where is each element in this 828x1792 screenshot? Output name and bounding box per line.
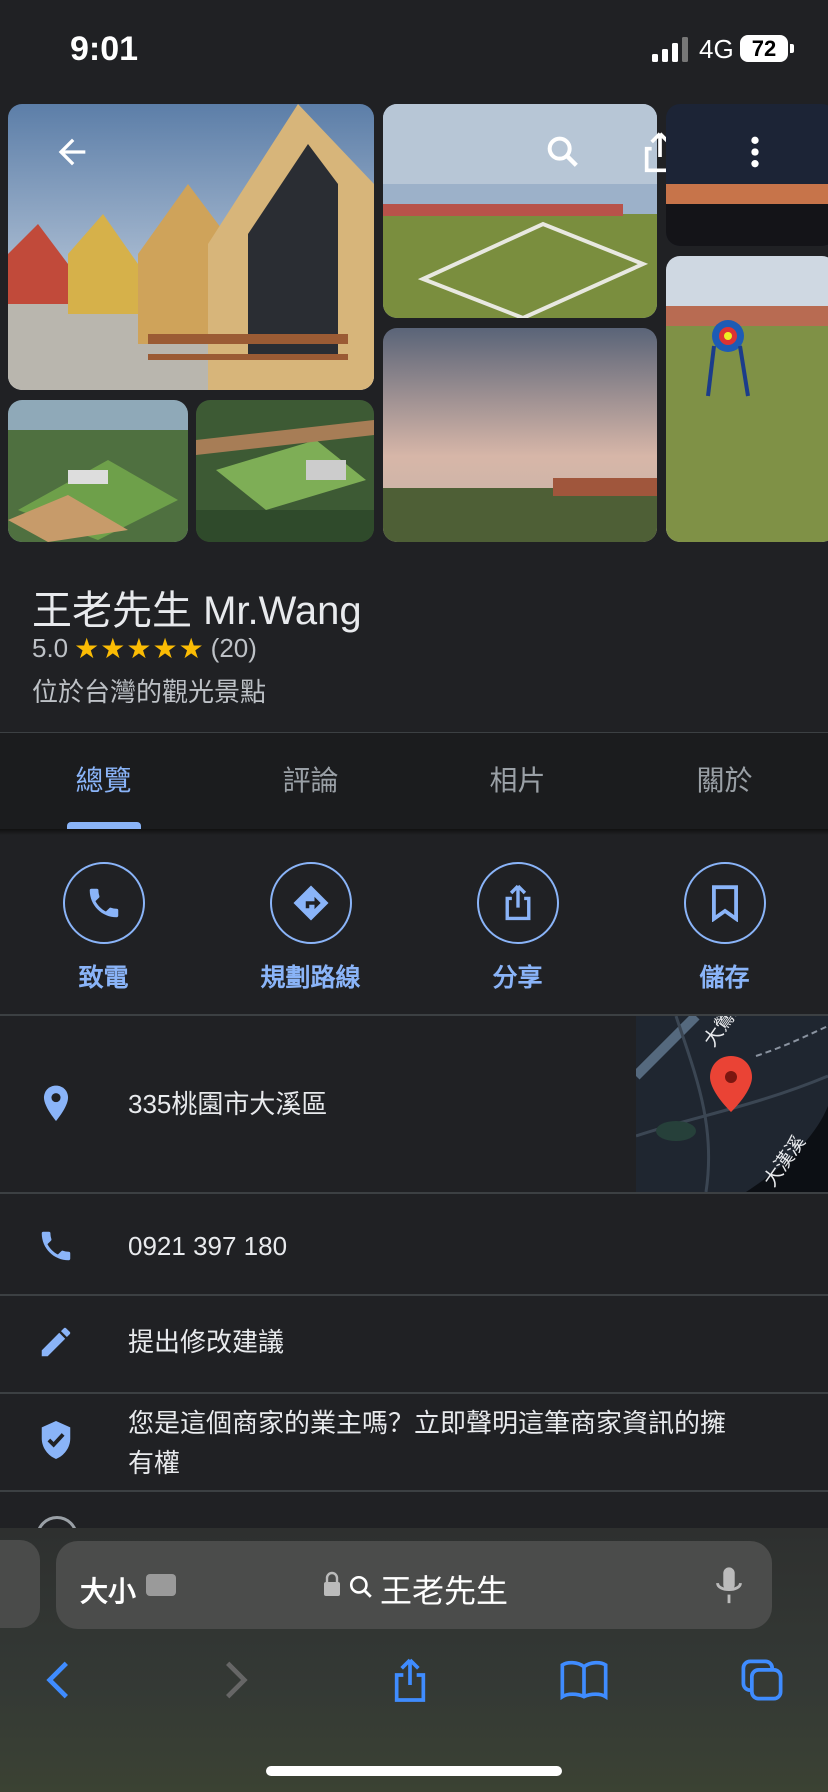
bookmarks-book-icon[interactable] — [554, 1652, 614, 1708]
network-type: 4G — [699, 34, 734, 64]
divider — [0, 1392, 828, 1394]
phone-icon — [62, 862, 145, 944]
divider — [0, 1490, 828, 1492]
forward-chevron-icon[interactable] — [206, 1652, 266, 1708]
directions-icon — [269, 862, 352, 944]
call-button[interactable]: 致電 — [0, 862, 207, 994]
suggest-edit-text[interactable]: 提出修改建議 — [128, 1322, 284, 1362]
phone-icon — [32, 1222, 80, 1270]
place-title: 王老先生 Mr.Wang — [32, 589, 362, 633]
microphone-icon[interactable] — [714, 1566, 744, 1606]
rating-value: 5.0 — [32, 633, 69, 663]
tab-bar-shadow — [0, 829, 828, 835]
previous-tab-preview[interactable] — [0, 1540, 40, 1628]
active-tab-indicator — [67, 822, 141, 829]
directions-button[interactable]: 規劃路線 — [207, 862, 414, 994]
edit-pencil-icon — [32, 1318, 80, 1366]
more-options-icon[interactable] — [727, 124, 783, 180]
tab-overview[interactable]: 總覽 — [0, 733, 207, 829]
battery-tip — [790, 44, 794, 53]
tab-about[interactable]: 關於 — [621, 733, 828, 829]
photo-field[interactable] — [383, 104, 657, 318]
status-time: 9:01 — [70, 30, 139, 68]
share-icon — [476, 862, 559, 944]
share-button[interactable]: 分享 — [414, 862, 621, 994]
bookmark-icon — [683, 862, 766, 944]
url-search-icon — [349, 1575, 372, 1598]
claim-line-2: 有權 — [128, 1448, 181, 1478]
directions-label: 規劃路線 — [260, 964, 361, 992]
home-indicator[interactable] — [266, 1766, 562, 1776]
claim-line-1: 您是這個商家的業主嗎？立即聲明這筆商家資訊的擁 — [128, 1408, 727, 1438]
review-count: (20) — [210, 633, 257, 663]
url-text[interactable]: 王老先生 — [380, 1566, 508, 1612]
share-label: 分享 — [492, 964, 543, 992]
text-size-button[interactable]: 大小 — [80, 1570, 136, 1610]
save-label: 儲存 — [699, 964, 750, 992]
photo-archery-target[interactable] — [666, 256, 828, 542]
tab-bar: 總覽 評論 相片 關於 — [0, 733, 828, 829]
star-rating-icon: ★★★★★ — [74, 633, 205, 664]
divider — [0, 1192, 828, 1194]
verified-shield-icon — [32, 1416, 80, 1464]
back-chevron-icon[interactable] — [28, 1652, 88, 1708]
claim-business-text[interactable]: 您是這個商家的業主嗎？立即聲明這筆商家資訊的擁 有權 — [128, 1403, 726, 1483]
place-category: 位於台灣的觀光景點 — [32, 677, 267, 707]
photo-sky[interactable] — [383, 328, 657, 542]
mini-map[interactable]: 大鶯路 大漢溪 — [636, 1016, 828, 1192]
tab-reviews[interactable]: 評論 — [207, 733, 414, 829]
address-text[interactable]: 335桃園市大溪區 — [128, 1084, 327, 1124]
save-button[interactable]: 儲存 — [621, 862, 828, 994]
lock-icon — [324, 1571, 340, 1596]
tabs-overview-icon[interactable] — [732, 1652, 792, 1708]
cellular-signal-icon — [652, 37, 688, 62]
divider — [0, 1294, 828, 1296]
call-label: 致電 — [78, 964, 129, 992]
extension-puzzle-icon[interactable] — [146, 1574, 176, 1596]
location-pin-icon — [32, 1080, 80, 1128]
back-arrow-icon[interactable] — [44, 124, 100, 180]
share-sheet-icon[interactable] — [380, 1652, 440, 1708]
battery-icon: 72 — [740, 35, 788, 62]
tab-photos[interactable]: 相片 — [414, 733, 621, 829]
photo-aerial-1[interactable] — [8, 400, 188, 542]
rating-row[interactable]: 5.0 ★★★★★ (20) — [32, 632, 257, 665]
photo-aerial-2[interactable] — [196, 400, 374, 542]
phone-number[interactable]: 0921 397 180 — [128, 1226, 287, 1266]
search-icon[interactable] — [535, 124, 591, 180]
